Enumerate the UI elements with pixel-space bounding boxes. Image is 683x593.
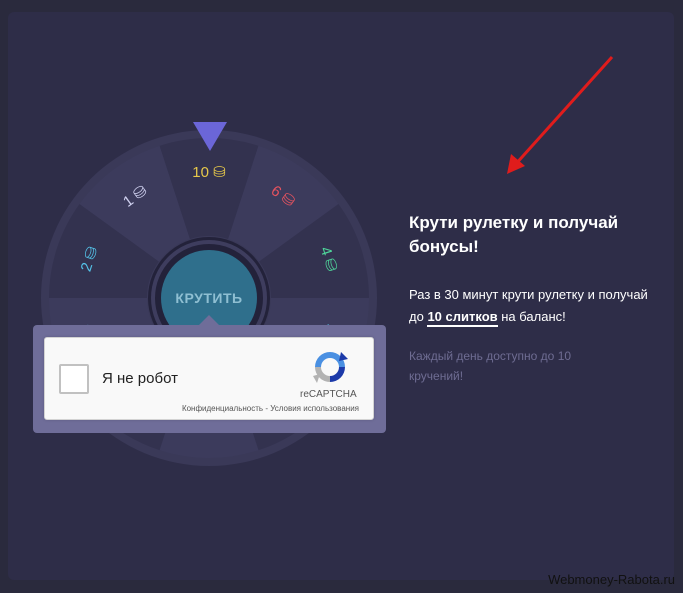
watermark: Webmoney-Rabota.ru: [548, 572, 675, 587]
annotation-arrow-icon: [507, 55, 614, 174]
